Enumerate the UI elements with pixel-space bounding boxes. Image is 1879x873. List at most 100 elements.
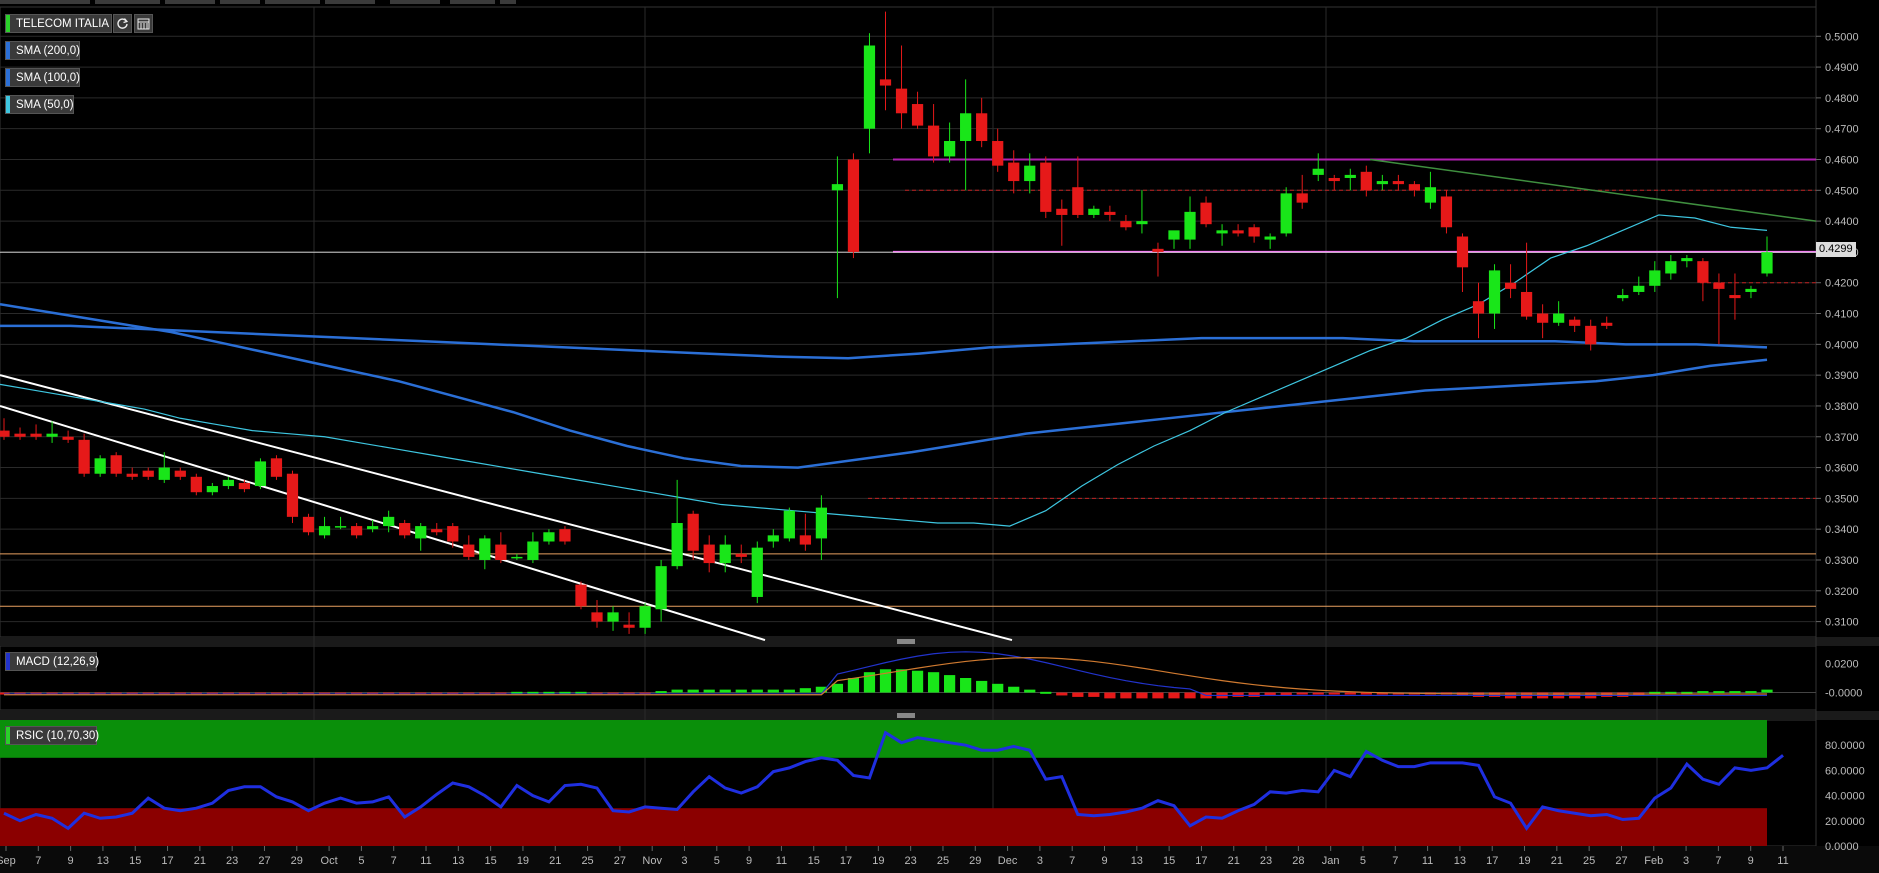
last-price-tag: 0.4299 [1816, 242, 1856, 257]
y-tick-label: 0.4800 [1825, 93, 1859, 105]
macd-bar [1232, 692, 1244, 697]
macd-bar [655, 691, 667, 694]
candle-body [927, 125, 940, 157]
candle-body [302, 516, 315, 533]
x-tick-label: 19 [872, 855, 884, 867]
candle-body [1056, 208, 1068, 215]
macd-bar [1697, 691, 1709, 694]
candle-body [1440, 196, 1453, 228]
calendar-icon [137, 18, 150, 30]
candle-body [1569, 319, 1581, 326]
candle-body [1408, 184, 1421, 191]
sma200-legend[interactable]: SMA (200,0) [5, 41, 80, 60]
candle-body [1745, 288, 1757, 292]
candle-body [1392, 181, 1404, 185]
macd-bar [703, 689, 715, 693]
candle-body [14, 433, 26, 437]
candle-body [126, 473, 138, 477]
candle-body [1553, 313, 1565, 323]
candle-body [1537, 313, 1549, 323]
x-tick-label: 9 [1748, 855, 1754, 867]
macd-bar [1617, 692, 1629, 697]
candle-body [479, 538, 491, 560]
candle-body [639, 606, 651, 628]
calendar-button[interactable] [134, 14, 153, 33]
candle-body [30, 433, 42, 437]
candle-body [1697, 261, 1709, 283]
x-tick-label: 9 [746, 855, 752, 867]
macd-label: MACD (12,26,9) [16, 656, 100, 668]
candle-body [1585, 325, 1597, 345]
chart-canvas[interactable]: 0.3100 0.3200 0.3300 0.3400 0.3500 0.3600 0.37… [0, 0, 1879, 873]
x-tick-label: 21 [1228, 855, 1240, 867]
candle-body [1312, 168, 1324, 175]
candle-body [174, 470, 186, 477]
y-tick-label: 0.3700 [1825, 432, 1859, 444]
candle-body [431, 529, 443, 533]
rsic-legend[interactable]: RSIC (10,70,30) [5, 726, 100, 745]
candle-body [222, 479, 234, 487]
macd-bar [1184, 692, 1196, 699]
candle-body [1216, 230, 1228, 234]
macd-bar [1328, 692, 1340, 695]
candle-body [1024, 165, 1036, 182]
candle-body [1633, 285, 1645, 292]
x-tick-label: 27 [614, 855, 626, 867]
macd-bar [687, 689, 699, 693]
x-tick-label: 27 [1615, 855, 1627, 867]
candle-body [655, 566, 667, 610]
macd-bar [1745, 691, 1757, 694]
x-tick-label: 5 [358, 855, 364, 867]
rsic-label: RSIC (10,70,30) [16, 730, 100, 742]
candle-body [318, 526, 331, 536]
candle-body [1328, 177, 1340, 182]
candle-body [719, 544, 731, 564]
rsi-tick-label: 80.0000 [1825, 740, 1865, 752]
instrument-badge[interactable]: TELECOM ITALIA [5, 14, 112, 33]
macd-bar [927, 672, 940, 693]
x-tick-label: 19 [1518, 855, 1530, 867]
macd-bar [671, 689, 683, 693]
candle-body [1168, 230, 1180, 240]
candle-body [831, 184, 844, 191]
candle-body [383, 516, 395, 527]
reload-button[interactable] [113, 14, 132, 33]
candle-body [1376, 181, 1388, 185]
candle-body [911, 104, 924, 126]
candle-body [767, 535, 779, 542]
macd-bar [1761, 689, 1773, 693]
y-tick-label: 0.4500 [1825, 185, 1859, 197]
x-tick-label: 25 [937, 855, 949, 867]
candle-body [1617, 295, 1629, 299]
macd-legend[interactable]: MACD (12,26,9) [5, 652, 100, 671]
x-tick-label: 27 [258, 855, 270, 867]
y-tick-label: 0.3800 [1825, 401, 1859, 413]
macd-bar [751, 689, 763, 693]
candle-body [847, 159, 860, 252]
instrument-name: TELECOM ITALIA [16, 18, 110, 30]
macd-bar [960, 678, 972, 693]
x-tick-label: 11 [1422, 855, 1433, 867]
candle-body [142, 470, 154, 477]
sma50-legend[interactable]: SMA (50,0) [5, 95, 74, 114]
candle-body [367, 526, 379, 530]
y-tick-label: 0.3600 [1825, 463, 1859, 475]
macd-bar [1072, 692, 1084, 697]
candle-body [1088, 208, 1100, 215]
x-tick-label: 15 [808, 855, 820, 867]
x-tick-label: 21 [194, 855, 206, 867]
panel-divider [0, 637, 1879, 646]
candle-body [190, 476, 202, 493]
rsi-tick-label: 20.0000 [1825, 816, 1865, 828]
y-tick-label: 0.3400 [1825, 524, 1859, 536]
sma100-legend[interactable]: SMA (100,0) [5, 68, 80, 87]
macd-bar [719, 689, 731, 693]
candle-body [1344, 174, 1356, 178]
candle-body [1488, 270, 1501, 314]
channel-line-lower [0, 404, 766, 642]
macd-bar [1088, 692, 1100, 697]
y-tick-label: 0.4700 [1825, 124, 1859, 136]
candle-body [879, 79, 892, 86]
x-tick-label: 15 [129, 855, 141, 867]
y-tick-label: 0.4200 [1825, 278, 1859, 290]
